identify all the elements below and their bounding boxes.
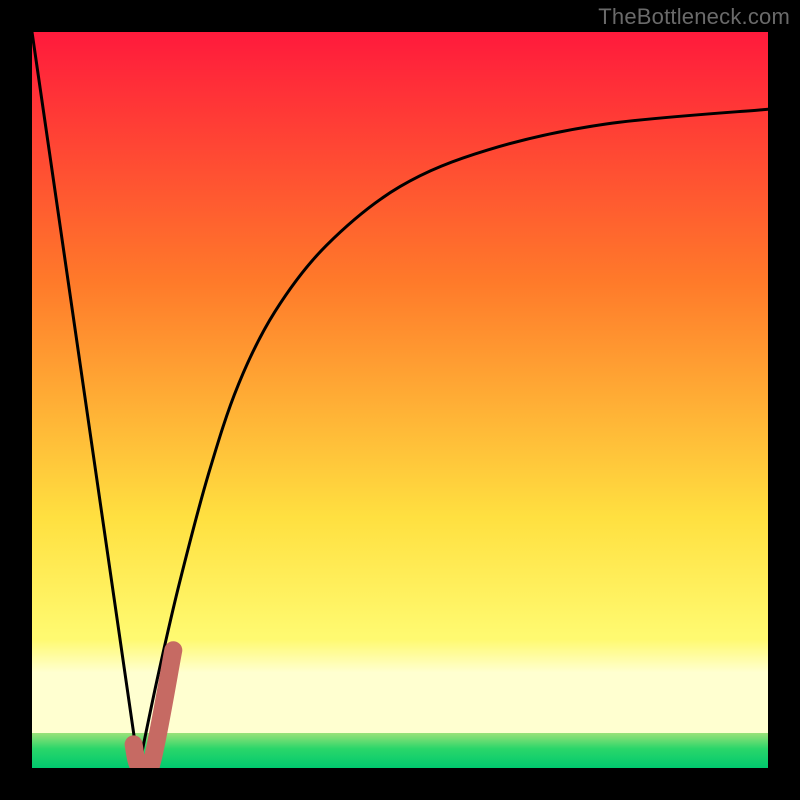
curve-layer [32,32,768,768]
plot-area [32,32,768,768]
chart-frame: TheBottleneck.com [0,0,800,800]
watermark-text: TheBottleneck.com [598,4,790,30]
curve-left-descent [32,32,139,768]
curve-right-asymptote [139,109,768,768]
highlight-j-stroke [134,650,174,768]
